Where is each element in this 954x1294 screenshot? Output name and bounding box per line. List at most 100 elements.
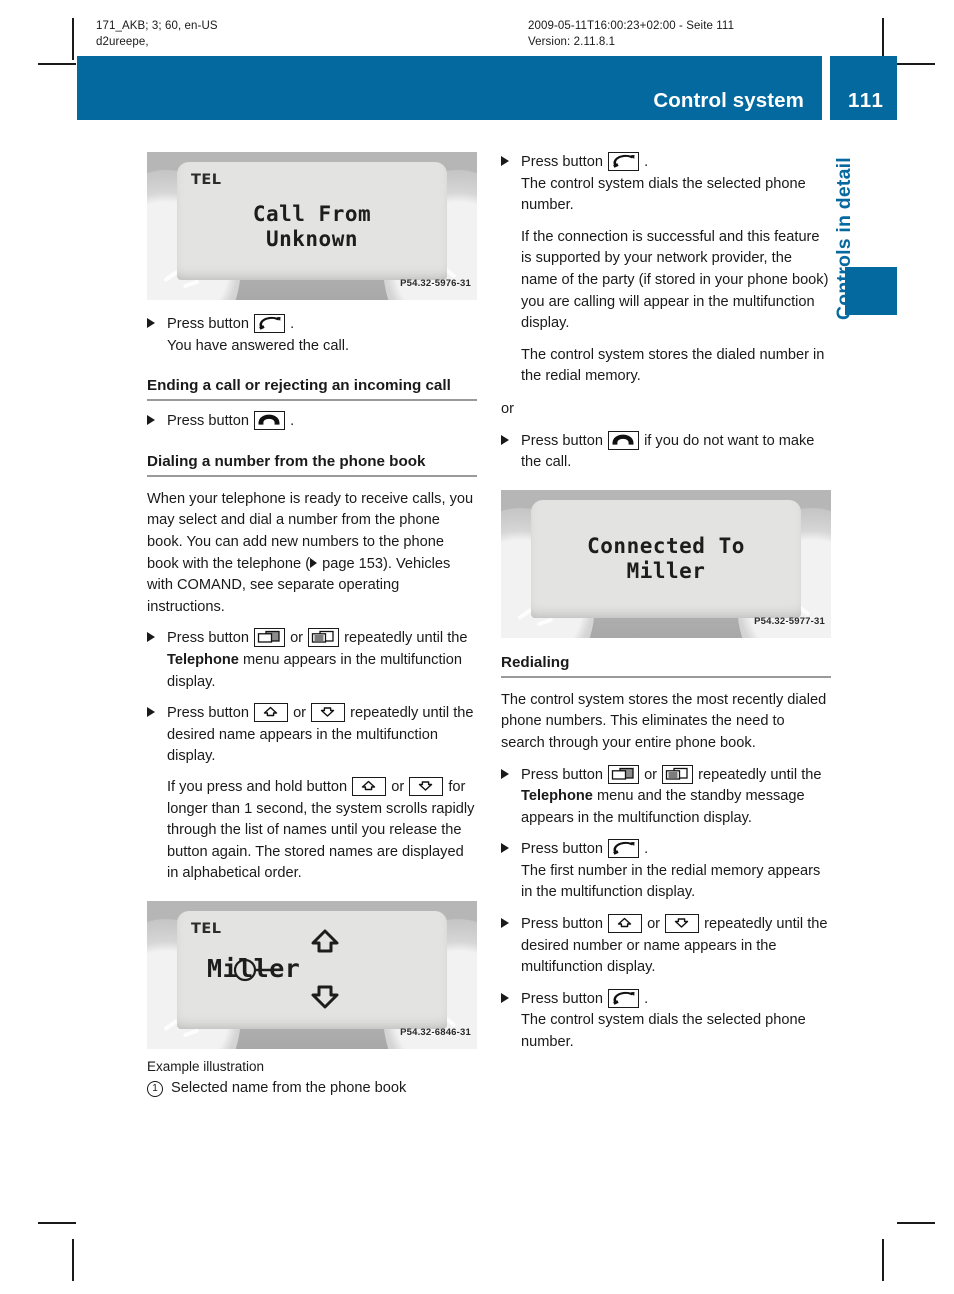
step-text: Press button <box>521 841 603 858</box>
figure-call-from-unknown: TEL Call From Unknown P54.32-5976-31 <box>147 152 477 300</box>
step-text-tail: repeatedly until the <box>698 766 822 783</box>
crop-mark-bottom-left-h <box>38 1222 76 1224</box>
crop-mark-top-right-v <box>882 18 884 60</box>
heading-ending-a-call: Ending a call or rejecting an incoming c… <box>147 375 477 402</box>
lcd-message-line1: Call From <box>252 202 372 226</box>
step-dial-selected-number: Press button . The control system dials … <box>501 152 831 388</box>
step-redial-open-menu: Press button or repeatedly until the Tel… <box>501 764 831 830</box>
crop-mark-top-left-h <box>38 63 76 65</box>
step-text-after: . <box>644 990 649 1007</box>
figure-code: P54.32-5976-31 <box>400 278 471 290</box>
lcd-screen: TEL Call From Unknown <box>177 162 447 280</box>
step-cancel-call: Press button if you do not want to make … <box>501 430 831 474</box>
step-bullet-icon <box>147 632 155 643</box>
phone-accept-icon <box>608 839 639 859</box>
step-text: Press button <box>521 990 603 1007</box>
step-open-telephone-menu: Press button or repeatedly until the Tel… <box>147 628 477 693</box>
step-scroll-to-name: Press button or repeatedly until the des… <box>147 703 477 768</box>
step-text: Press button <box>167 705 249 722</box>
figure-code: P54.32-5977-31 <box>754 616 825 628</box>
arrow-down-icon <box>665 914 700 934</box>
lcd-screen: TEL Miller <box>177 910 447 1029</box>
figure-miller-phonebook: TEL Miller P54.32-6846-31 <box>147 900 477 1049</box>
arrow-down-icon <box>311 703 346 723</box>
step-result: You have answered the call. <box>167 337 350 354</box>
crop-mark-bottom-right-h <box>897 1222 935 1224</box>
step-or: or <box>644 766 658 783</box>
figure-code: P54.32-6846-31 <box>400 1027 471 1039</box>
print-meta-left: 171_AKB; 3; 60, en-US d2ureepe, <box>96 18 218 50</box>
crop-mark-bottom-right-v <box>882 1239 884 1281</box>
step-result: The first number in the redial memory ap… <box>521 862 821 901</box>
menu-back-icon <box>308 628 340 648</box>
legend-number: 1 <box>147 1080 163 1097</box>
note-or: or <box>391 778 405 795</box>
step-text: Press button <box>521 766 603 783</box>
phone-accept-icon <box>608 152 639 171</box>
figure-legend-item: 1 Selected name from the phone book <box>147 1078 477 1100</box>
menu-back-icon <box>662 764 694 784</box>
step-bullet-icon <box>501 992 509 1003</box>
figure-caption: Example illustration <box>147 1058 265 1074</box>
step-text: Press button <box>167 630 249 647</box>
step-bullet-icon <box>501 843 509 854</box>
print-meta-right: 2009-05-11T16:00:23+02:00 - Seite 111 Ve… <box>528 18 734 50</box>
step-bullet-icon <box>147 707 155 718</box>
print-meta-left-line1: 171_AKB; 3; 60, en-US <box>96 20 218 32</box>
crop-mark-top-right-h <box>897 63 935 65</box>
running-head-band: Control system <box>77 56 822 120</box>
step-or: or <box>647 916 661 933</box>
phone-accept-icon <box>254 314 285 333</box>
step-text-after: . <box>290 413 295 430</box>
step-bullet-icon <box>501 768 509 779</box>
step-redial-dial: Press button . The control system dials … <box>501 988 831 1054</box>
arrow-up-icon <box>352 776 387 796</box>
page-reference-icon <box>310 557 318 568</box>
lcd-message-line1: Connected To <box>587 533 745 558</box>
lcd-tel-label: TEL <box>191 172 222 188</box>
menu-forward-icon <box>608 764 639 784</box>
menu-forward-icon <box>254 628 285 648</box>
step-answer-call: Press button . You have answered the cal… <box>147 314 477 357</box>
step-text-after: . <box>644 154 649 170</box>
step-end-call: Press button . <box>147 411 477 433</box>
phone-accept-icon <box>608 988 639 1008</box>
step-text-after: . <box>644 841 649 858</box>
print-meta-right-line2: Version: 2.11.8.1 <box>528 36 616 48</box>
page-title: Control system <box>653 89 804 112</box>
right-column: Press button . The control system dials … <box>501 152 831 1054</box>
step-bullet-icon <box>501 156 509 166</box>
paragraph-dialing-intro: When your telephone is ready to receive … <box>147 489 477 619</box>
heading-redialing: Redialing <box>501 652 831 678</box>
lcd-phonebook-name: Miller <box>207 953 301 983</box>
print-meta-left-line2: d2ureepe, <box>96 36 149 48</box>
step-text: Press button <box>167 316 249 332</box>
note-press-and-hold: If you press and hold button or for long… <box>147 776 477 885</box>
step-text-bold: Telephone <box>167 651 239 668</box>
alternative-label: or <box>501 400 514 417</box>
step-bullet-icon <box>147 318 155 328</box>
step-text-bold: Telephone <box>521 788 593 805</box>
heading-dialing-from-phone-book: Dialing a number from the phone book <box>147 451 477 477</box>
step-text: Press button <box>521 432 603 449</box>
step-bullet-icon <box>147 415 155 426</box>
lcd-message-line2: Miller <box>626 558 706 583</box>
step-result-2: If the connection is successful and this… <box>521 228 829 332</box>
note-part1: If you press and hold button <box>167 778 348 795</box>
step-text: Press button <box>167 413 249 430</box>
paragraph-redial-intro: The control system stores the most recen… <box>501 691 827 751</box>
step-bullet-icon <box>501 918 509 929</box>
lcd-screen: Connected To Miller <box>531 499 801 618</box>
crop-mark-top-left-v <box>72 18 74 60</box>
step-text: Press button <box>521 916 603 933</box>
left-column: TEL Call From Unknown P54.32-5976-31 Pre… <box>147 152 477 1099</box>
step-text-tail: repeatedly until the <box>344 630 468 647</box>
lcd-message-line2: Unknown <box>265 227 358 251</box>
step-redial-scroll: Press button or repeatedly until the des… <box>501 914 831 979</box>
arrow-up-icon <box>254 703 288 723</box>
arrow-up-icon <box>608 914 642 934</box>
step-result-3: The control system stores the dialed num… <box>521 346 825 385</box>
print-meta-right-line1: 2009-05-11T16:00:23+02:00 - Seite 111 <box>528 20 735 32</box>
arrow-down-icon <box>409 776 444 796</box>
legend-text: Selected name from the phone book <box>171 1079 407 1096</box>
